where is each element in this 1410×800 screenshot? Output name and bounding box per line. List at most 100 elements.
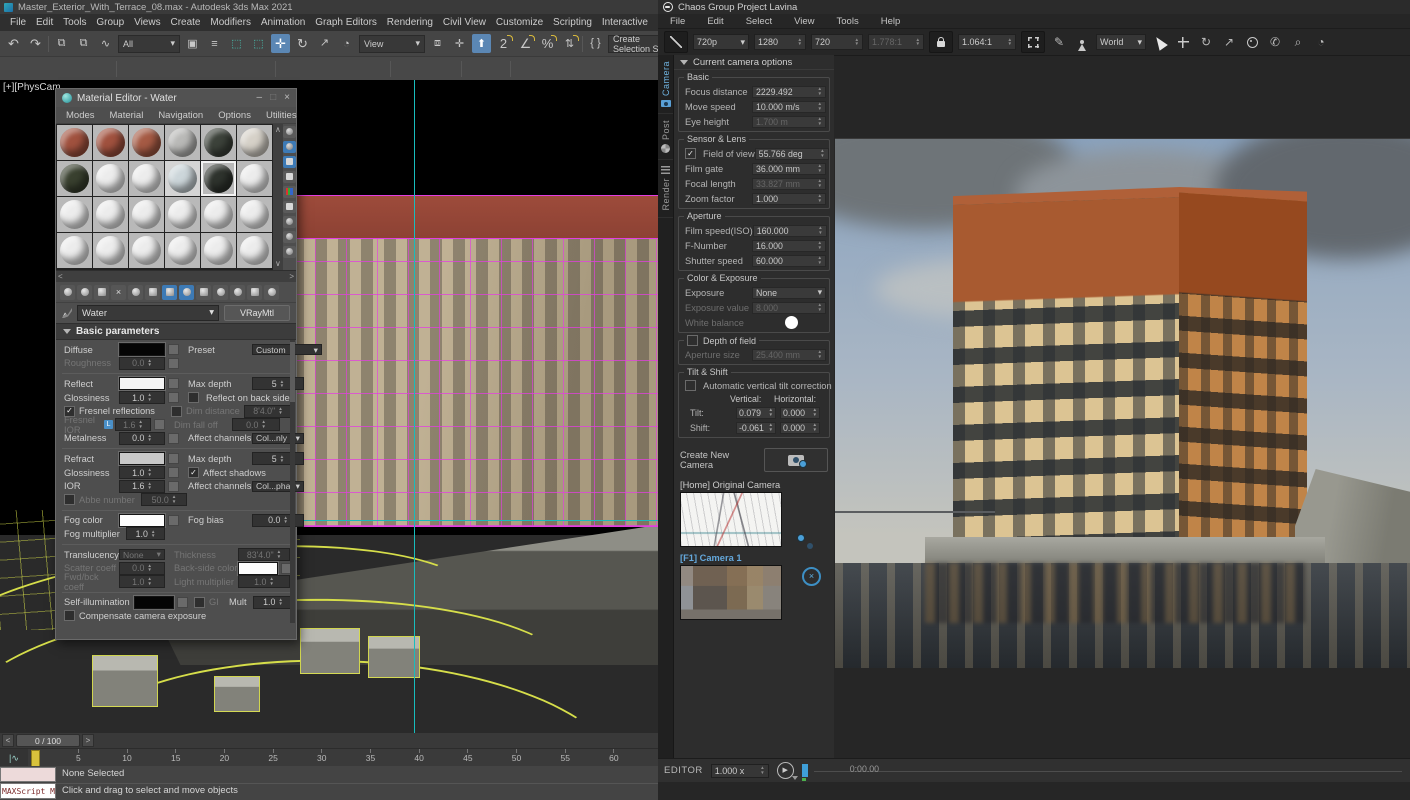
delete-camera-icon[interactable]: × — [802, 567, 821, 586]
pick-material-eyedropper-icon[interactable] — [62, 308, 72, 318]
material-id-channel-icon[interactable] — [162, 285, 177, 300]
aperture-size-field[interactable]: 25.400 mm▲▼ — [752, 349, 826, 361]
torus-primitive-icon[interactable] — [253, 61, 271, 77]
material-sample-slot[interactable] — [165, 125, 200, 160]
material-editor-menu-item[interactable]: Options — [216, 110, 253, 121]
plane-primitive-icon[interactable] — [121, 61, 139, 77]
make-unique-icon[interactable] — [128, 285, 143, 300]
fwdbck-field[interactable]: 1.0▲▼ — [119, 575, 165, 588]
max-menu-item[interactable]: Interactive — [600, 17, 650, 28]
render-settings-icon[interactable]: ◔ — [1312, 34, 1330, 50]
mirror-icon[interactable] — [6, 61, 24, 77]
foliage-icon[interactable] — [368, 61, 386, 77]
material-sample-slot[interactable] — [165, 197, 200, 232]
select-rotate-icon[interactable]: ↻ — [293, 34, 312, 53]
material-sample-slot[interactable] — [237, 233, 272, 268]
playback-speed-field[interactable]: 1.000 x▲▼ — [711, 764, 769, 778]
material-sample-slot[interactable] — [237, 197, 272, 232]
refract-max-depth-field[interactable]: 5▲▼ — [252, 452, 304, 465]
fit-view-icon[interactable] — [1021, 31, 1045, 53]
dim-distance-checkbox[interactable] — [171, 406, 182, 417]
particles-icon[interactable] — [559, 61, 577, 77]
self-illumination-map-button[interactable] — [177, 597, 188, 608]
ior-map-button[interactable] — [168, 481, 179, 492]
material-sample-slot[interactable] — [165, 161, 200, 196]
shutter-speed-field[interactable]: 60.000▲▼ — [752, 255, 826, 267]
preset-dropdown[interactable]: Custom▾ — [252, 344, 322, 355]
dim-falloff-field[interactable]: 0.0▲▼ — [232, 418, 280, 431]
backlight-icon[interactable] — [283, 141, 296, 153]
metalness-field[interactable]: 0.0▲▼ — [119, 432, 165, 445]
coordinate-space-dropdown[interactable]: World▾ — [1096, 34, 1146, 50]
lavina-menu-item[interactable]: Help — [879, 16, 903, 27]
camera-orbit-icon[interactable]: ✆ — [1266, 34, 1284, 50]
field-of-view-checkbox[interactable]: ✓ — [685, 148, 696, 159]
put-to-library-icon[interactable] — [145, 285, 160, 300]
sample-tiling-icon[interactable] — [283, 171, 296, 183]
select-place-icon[interactable]: ◔ — [337, 34, 356, 53]
material-sample-slot[interactable] — [201, 161, 236, 196]
resolution-preset-dropdown[interactable]: 720p▾ — [693, 34, 749, 50]
resolution-width-field[interactable]: 1280▲▼ — [754, 34, 806, 50]
material-sample-slot[interactable] — [129, 233, 164, 268]
maxscript-mini-listener[interactable]: MAXScript Mi: — [0, 783, 56, 799]
camera-thumbnail-home[interactable] — [680, 492, 782, 547]
scroll-up-icon[interactable]: ∧ — [275, 126, 281, 134]
dim-distance-field[interactable]: 8'4.0"▲▼ — [244, 405, 292, 418]
timeline-marker[interactable] — [802, 764, 808, 777]
edit-named-selection-icon[interactable]: { } — [586, 34, 605, 53]
keyboard-shortcut-toggle-icon[interactable]: ⬆ — [472, 34, 491, 53]
tab-camera[interactable]: Camera — [658, 55, 673, 114]
teapot-primitive-icon[interactable] — [187, 61, 205, 77]
eye-height-field[interactable]: 1.700 m▲▼ — [752, 116, 826, 128]
prev-frame-button[interactable]: < — [2, 734, 14, 747]
zoom-region-icon[interactable]: ⌕ — [1289, 34, 1307, 50]
unlink-icon[interactable]: ⧉ — [74, 34, 93, 53]
use-pivot-center-icon[interactable]: ⧈ — [428, 34, 447, 53]
material-sample-slot[interactable] — [93, 125, 128, 160]
timeline-track[interactable]: 0:00.00 — [802, 763, 1404, 779]
angle-snap-icon[interactable]: ∠ — [516, 34, 535, 53]
film-gate-field[interactable]: 36.000 mm▲▼ — [752, 163, 826, 175]
fog-color-swatch[interactable] — [119, 514, 165, 527]
max-menu-item[interactable]: Customize — [494, 17, 545, 28]
reset-map-icon[interactable]: × — [111, 285, 126, 300]
starburst-icon[interactable] — [537, 61, 555, 77]
tilt-vertical-field[interactable]: 0.079▲▼ — [736, 407, 776, 419]
refract-glossiness-field[interactable]: 1.0▲▼ — [119, 466, 165, 479]
material-sample-slot[interactable] — [93, 197, 128, 232]
next-frame-button[interactable]: > — [82, 734, 94, 747]
self-illumination-swatch[interactable] — [134, 596, 174, 609]
rect-selection-region-icon[interactable]: ⬚ — [227, 34, 246, 53]
assign-to-selection-icon[interactable] — [94, 285, 109, 300]
color-dots-icon[interactable] — [417, 61, 435, 77]
material-sample-slot[interactable] — [57, 161, 92, 196]
sample-hscrollbar[interactable]: < > — [56, 270, 296, 282]
max-menu-item[interactable]: Create — [168, 17, 202, 28]
glossiness-field[interactable]: 1.0▲▼ — [119, 391, 165, 404]
scroll-left-icon[interactable]: < — [58, 273, 63, 281]
scene-tool-icon[interactable] — [664, 31, 688, 53]
affect-shadows-checkbox[interactable]: ✓ — [188, 467, 199, 478]
select-cursor-icon[interactable] — [1151, 34, 1169, 50]
measure-tool-icon[interactable]: ✎ — [1050, 34, 1068, 50]
basic-parameters-rollout[interactable]: Basic parameters — [56, 323, 296, 340]
get-material-icon[interactable] — [60, 285, 75, 300]
max-menu-item[interactable]: Edit — [34, 17, 55, 28]
refract-map-button[interactable] — [168, 453, 179, 464]
scroll-down-icon[interactable]: ∨ — [275, 260, 281, 268]
track-bar[interactable]: |∿ 51015202530354045505560 — [0, 748, 658, 767]
select-object-icon[interactable]: ▣ — [183, 34, 202, 53]
max-menu-item[interactable]: Civil View — [441, 17, 488, 28]
go-forward-sibling-icon[interactable] — [230, 285, 245, 300]
curve-editor-toggle-icon[interactable]: |∿ — [0, 749, 28, 767]
material-sample-slot[interactable] — [237, 125, 272, 160]
battery-icon[interactable] — [466, 61, 484, 77]
material-sample-slot[interactable] — [201, 197, 236, 232]
lavina-menu-item[interactable]: File — [668, 16, 687, 27]
max-menu-item[interactable]: File — [8, 17, 28, 28]
max-menu-item[interactable]: Rendering — [385, 17, 435, 28]
max-menu-item[interactable]: Scripting — [551, 17, 594, 28]
refract-glossiness-map-button[interactable] — [168, 467, 179, 478]
help-ring-icon[interactable] — [488, 61, 506, 77]
